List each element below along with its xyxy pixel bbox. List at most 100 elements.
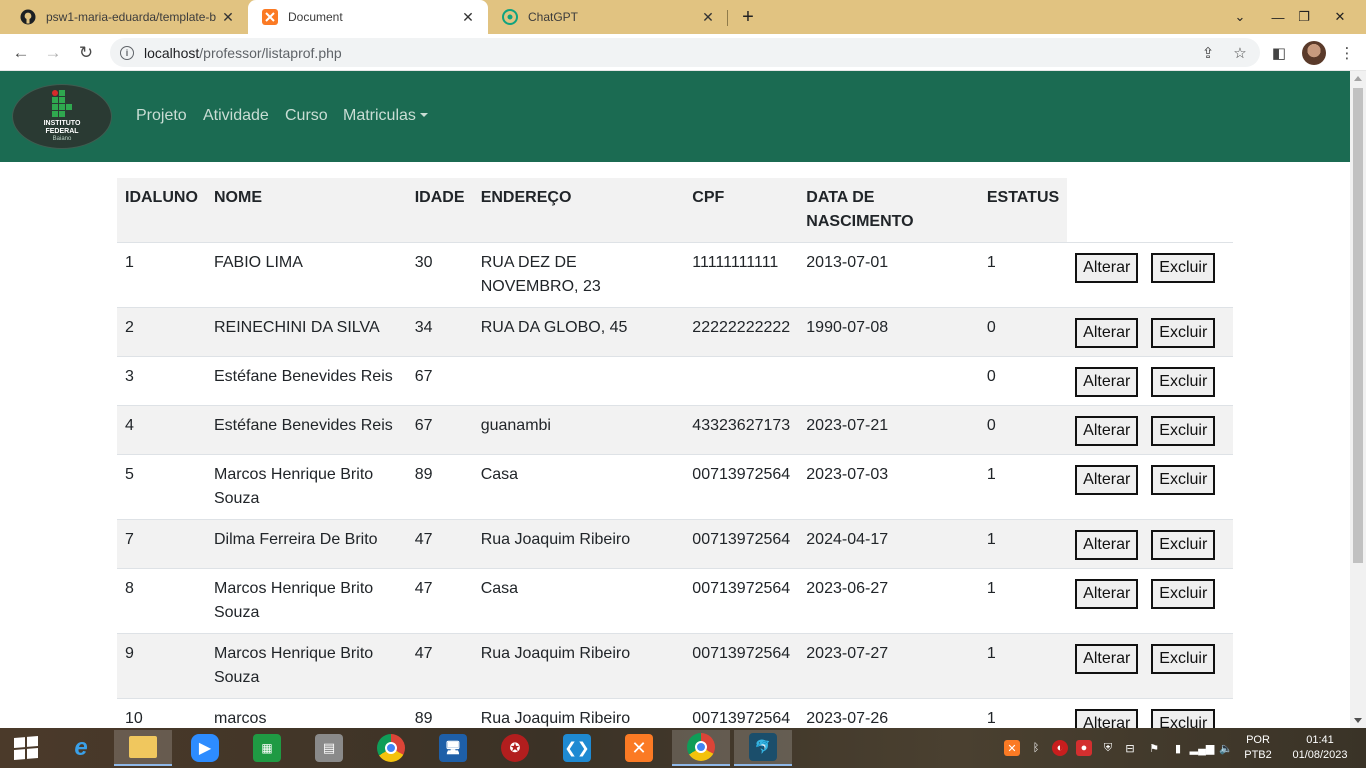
zoom-icon[interactable]: ▶ — [176, 730, 234, 766]
windows-start-button[interactable] — [0, 728, 52, 768]
cell-nome: Marcos Henrique Brito Souza — [205, 568, 407, 634]
cell-cpf: 43323627173 — [684, 405, 799, 455]
excluir-button[interactable]: Excluir — [1151, 253, 1216, 283]
header-cpf: CPF — [684, 178, 799, 243]
maximize-icon[interactable]: ❐ — [1284, 0, 1324, 34]
alunos-table: IDALUNO NOME IDADE ENDEREÇO CPF DATA DE … — [117, 178, 1233, 728]
cell-estatus: 1 — [978, 242, 1068, 308]
cell-idade: 67 — [406, 405, 473, 455]
excluir-button[interactable]: Excluir — [1151, 318, 1216, 348]
tab-separator — [727, 10, 728, 26]
xampp-tray-icon[interactable]: ✕ — [1004, 740, 1020, 756]
header-estatus: ESTATUS — [978, 178, 1068, 243]
alterar-button[interactable]: Alterar — [1075, 416, 1139, 446]
nav-link-curso[interactable]: Curso — [285, 107, 328, 125]
windows-taskbar: e ▶ ▦ ▤ 🖥 ✪ ❮❯ ✕ 🐬 ✕ ᛒ ◐ ● ⛨ ⊟ ⚑ ▮ ▂▄▆ 🔈… — [0, 728, 1366, 768]
tab-document[interactable]: Document ✕ — [248, 0, 488, 34]
table-header-row: IDALUNO NOME IDADE ENDEREÇO CPF DATA DE … — [117, 178, 1233, 243]
alterar-button[interactable]: Alterar — [1075, 367, 1139, 397]
header-idaluno: IDALUNO — [117, 178, 206, 243]
alterar-button[interactable]: Alterar — [1075, 253, 1139, 283]
alterar-button[interactable]: Alterar — [1075, 465, 1139, 495]
cell-id: 5 — [117, 454, 206, 520]
table-row: 10 marcos 89 Rua Joaquim Ribeiro 0071397… — [117, 698, 1233, 728]
battery-icon[interactable]: ▮ — [1170, 740, 1186, 756]
instituto-federal-logo[interactable]: INSTITUTO FEDERAL Baiano — [12, 84, 112, 149]
internet-explorer-icon[interactable]: e — [52, 730, 110, 766]
vertical-scrollbar[interactable] — [1350, 71, 1366, 728]
file-explorer-icon[interactable] — [114, 730, 172, 766]
cell-nome: FABIO LIMA — [205, 242, 407, 308]
mysql-workbench-icon[interactable]: 🐬 — [734, 730, 792, 766]
xampp-icon[interactable]: ✕ — [610, 730, 668, 766]
flag-icon[interactable]: ⚑ — [1146, 740, 1162, 756]
bookmark-star-icon[interactable]: ☆ — [1229, 42, 1251, 64]
scroll-up-arrow-icon[interactable] — [1354, 76, 1362, 81]
cell-idade: 34 — [406, 307, 473, 357]
antivirus-tray-icon[interactable]: ◐ — [1052, 740, 1068, 756]
excluir-button[interactable]: Excluir — [1151, 465, 1216, 495]
tab-github[interactable]: psw1-maria-eduarda/template-b ✕ — [6, 0, 248, 34]
forward-arrow-icon[interactable]: → — [40, 40, 66, 66]
bluetooth-icon[interactable]: ᛒ — [1028, 740, 1044, 756]
new-tab-button[interactable]: + — [738, 6, 758, 28]
cell-endereco: guanambi — [472, 405, 685, 455]
excluir-button[interactable]: Excluir — [1151, 416, 1216, 446]
cell-estatus: 1 — [978, 519, 1068, 569]
excluir-button[interactable]: Excluir — [1151, 709, 1216, 728]
info-icon[interactable]: i — [120, 45, 134, 60]
alterar-button[interactable]: Alterar — [1075, 579, 1139, 609]
cell-actions: Alterar Excluir — [1067, 356, 1233, 406]
back-arrow-icon[interactable]: ← — [8, 40, 34, 66]
alterar-button[interactable]: Alterar — [1075, 530, 1139, 560]
shield-icon[interactable]: ✪ — [486, 730, 544, 766]
excluir-button[interactable]: Excluir — [1151, 644, 1216, 674]
url-host: localhost — [144, 44, 200, 61]
vscode-icon[interactable]: ❮❯ — [548, 730, 606, 766]
nav-link-atividade[interactable]: Atividade — [203, 107, 269, 125]
nav-dropdown-matriculas[interactable]: Matriculas — [343, 107, 428, 125]
cell-nome: Marcos Henrique Brito Souza — [205, 454, 407, 520]
tab-chatgpt[interactable]: ChatGPT ✕ — [488, 0, 728, 34]
input-language-indicator[interactable]: POR PTB2 — [1238, 733, 1278, 763]
alterar-button[interactable]: Alterar — [1075, 709, 1139, 728]
security-tray-icon[interactable]: ⛨ — [1100, 740, 1116, 756]
table-row: 3 Estéfane Benevides Reis 67 0 Alterar Ex… — [117, 356, 1233, 406]
side-panel-icon[interactable]: ◧ — [1268, 42, 1290, 64]
excluir-button[interactable]: Excluir — [1151, 530, 1216, 560]
alterar-button[interactable]: Alterar — [1075, 318, 1139, 348]
header-actions — [1067, 178, 1233, 243]
close-icon[interactable]: ✕ — [460, 9, 476, 26]
tab-search-icon[interactable]: ⌄ — [1220, 0, 1260, 34]
cell-id: 1 — [117, 242, 206, 308]
close-window-icon[interactable]: ✕ — [1320, 0, 1360, 34]
system-clock[interactable]: 01:41 01/08/2023 — [1282, 733, 1358, 763]
remote-desktop-icon[interactable]: 🖥 — [424, 730, 482, 766]
nav-link-projeto[interactable]: Projeto — [136, 107, 187, 125]
cell-estatus: 1 — [978, 568, 1068, 634]
profile-avatar[interactable] — [1302, 41, 1326, 65]
alterar-button[interactable]: Alterar — [1075, 644, 1139, 674]
excluir-button[interactable]: Excluir — [1151, 367, 1216, 397]
scroll-down-arrow-icon[interactable] — [1354, 718, 1362, 723]
excluir-button[interactable]: Excluir — [1151, 579, 1216, 609]
logo-text-line2: FEDERAL — [45, 128, 79, 135]
wall-icon[interactable]: ▤ — [300, 730, 358, 766]
scroll-thumb[interactable] — [1353, 88, 1363, 563]
address-bar[interactable]: i localhost/professor/listaprof.php — [110, 38, 1260, 67]
close-icon[interactable]: ✕ — [220, 9, 236, 26]
network-device-icon[interactable]: ⊟ — [1122, 740, 1138, 756]
chrome-profile-icon[interactable] — [672, 730, 730, 766]
store-icon[interactable]: ▦ — [238, 730, 296, 766]
cell-cpf: 22222222222 — [684, 307, 799, 357]
wifi-signal-icon[interactable]: ▂▄▆ — [1190, 740, 1215, 756]
cell-actions: Alterar Excluir — [1067, 698, 1233, 728]
chrome-icon[interactable] — [362, 730, 420, 766]
menu-dots-icon[interactable]: ⋮ — [1336, 42, 1358, 64]
close-icon[interactable]: ✕ — [700, 9, 716, 26]
volume-icon[interactable]: 🔈 — [1218, 740, 1234, 756]
record-tray-icon[interactable]: ● — [1076, 740, 1092, 756]
reload-icon[interactable]: ↻ — [73, 40, 99, 66]
share-icon[interactable]: ⇪ — [1197, 42, 1219, 64]
cell-nascimento: 2024-04-17 — [798, 519, 979, 569]
